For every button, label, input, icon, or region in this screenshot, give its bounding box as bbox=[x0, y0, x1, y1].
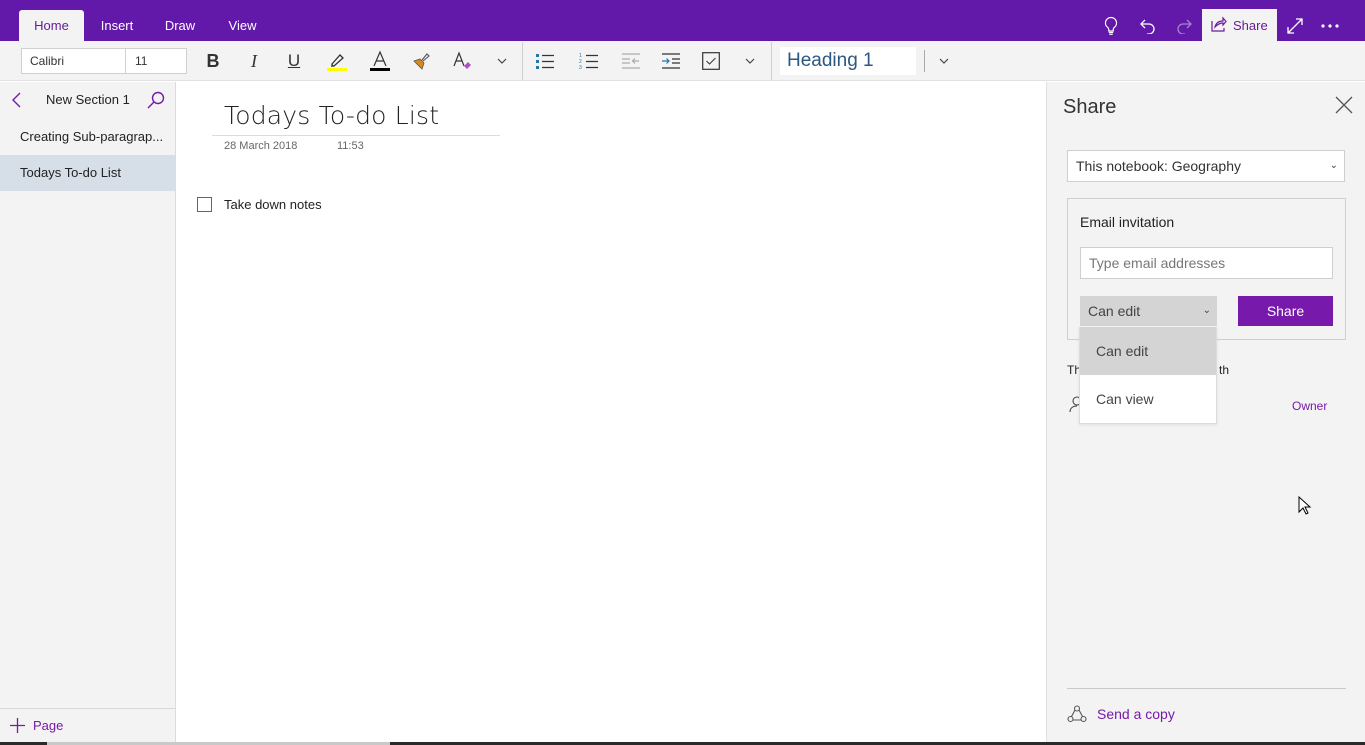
send-copy-icon bbox=[1067, 705, 1087, 723]
permission-option-can-edit[interactable]: Can edit bbox=[1080, 327, 1216, 375]
checkbox-icon bbox=[702, 52, 720, 70]
underline-button[interactable]: U bbox=[278, 46, 310, 76]
toolbar-divider bbox=[924, 50, 925, 72]
format-painter-icon bbox=[413, 53, 430, 70]
tab-view[interactable]: View bbox=[220, 10, 265, 41]
tab-draw[interactable]: Draw bbox=[156, 10, 204, 41]
page-list-item[interactable]: Creating Sub-paragrap... bbox=[0, 119, 175, 155]
share-button[interactable]: Share bbox=[1238, 296, 1333, 326]
expand-icon[interactable] bbox=[1277, 10, 1313, 41]
bold-icon: B bbox=[206, 50, 220, 71]
page-list-footer: Page bbox=[0, 708, 175, 745]
search-icon[interactable] bbox=[147, 91, 165, 114]
more-formatting-dropdown[interactable] bbox=[486, 46, 518, 76]
section-title: New Section 1 bbox=[46, 92, 130, 107]
todo-tag-button[interactable] bbox=[695, 46, 727, 76]
highlight-button[interactable] bbox=[321, 46, 353, 76]
numbered-list-icon: 123 bbox=[579, 53, 598, 70]
italic-icon: I bbox=[251, 50, 257, 71]
bold-button[interactable]: B bbox=[197, 46, 229, 76]
format-painter-button[interactable] bbox=[406, 46, 438, 76]
share-pane-title: Share bbox=[1063, 96, 1117, 118]
shared-with-text-end: th bbox=[1219, 363, 1230, 377]
font-color-button[interactable] bbox=[364, 46, 396, 76]
email-invitation-label: Email invitation bbox=[1080, 214, 1175, 230]
share-top-label: Share bbox=[1233, 17, 1268, 33]
tab-home[interactable]: Home bbox=[19, 10, 84, 41]
lightbulb-icon[interactable] bbox=[1093, 10, 1129, 41]
add-page-button[interactable]: Page bbox=[10, 718, 63, 733]
todo-text[interactable]: Take down notes bbox=[224, 197, 322, 212]
font-size-input[interactable]: 11 bbox=[127, 49, 187, 73]
decrease-indent-button[interactable] bbox=[615, 46, 647, 76]
bullets-button[interactable] bbox=[529, 46, 561, 76]
clear-formatting-button[interactable] bbox=[446, 46, 478, 76]
more-icon[interactable] bbox=[1312, 10, 1348, 41]
font-name-input[interactable]: Calibri bbox=[22, 49, 126, 73]
chevron-down-icon bbox=[745, 58, 755, 64]
formatting-toolbar: Calibri 11 B I U 123 Heading 1 bbox=[0, 41, 1365, 81]
tab-insert[interactable]: Insert bbox=[92, 10, 142, 41]
ribbon-bar: Home Insert Draw View Share bbox=[0, 0, 1365, 41]
share-pane-divider bbox=[1067, 688, 1346, 689]
increase-indent-icon bbox=[662, 53, 680, 69]
plus-icon bbox=[10, 718, 25, 733]
clear-formatting-icon bbox=[453, 51, 471, 69]
email-input[interactable] bbox=[1080, 247, 1333, 279]
font-color-icon bbox=[370, 50, 390, 71]
back-icon[interactable] bbox=[10, 92, 24, 113]
send-a-copy-label: Send a copy bbox=[1097, 706, 1175, 722]
chevron-down-icon: ⌄ bbox=[1329, 160, 1338, 171]
todo-checkbox[interactable] bbox=[197, 197, 212, 212]
highlighter-icon bbox=[327, 54, 347, 71]
notebook-select[interactable]: This notebook: Geography ⌄ bbox=[1067, 150, 1345, 182]
underline-icon: U bbox=[287, 51, 301, 70]
send-a-copy-button[interactable]: Send a copy bbox=[1067, 705, 1175, 723]
style-picker[interactable]: Heading 1 bbox=[780, 47, 916, 75]
page-list-item-selected[interactable]: Todays To-do List bbox=[0, 155, 175, 191]
numbering-button[interactable]: 123 bbox=[573, 46, 605, 76]
toolbar-divider bbox=[522, 42, 523, 80]
close-icon[interactable] bbox=[1335, 96, 1355, 116]
styles-dropdown[interactable] bbox=[928, 46, 960, 76]
permission-option-can-view[interactable]: Can view bbox=[1080, 375, 1216, 423]
share-top-button[interactable]: Share bbox=[1202, 9, 1277, 41]
increase-indent-button[interactable] bbox=[655, 46, 687, 76]
font-picker: Calibri 11 bbox=[21, 48, 187, 74]
decrease-indent-icon bbox=[622, 53, 640, 69]
email-invitation-box: Email invitation Can edit ⌄ Share bbox=[1067, 198, 1346, 340]
more-tags-dropdown[interactable] bbox=[734, 46, 766, 76]
section-header: New Section 1 bbox=[0, 82, 175, 119]
permission-select-value: Can edit bbox=[1088, 303, 1141, 319]
chevron-down-icon bbox=[497, 58, 507, 64]
page-time: 11:53 bbox=[337, 140, 364, 152]
page-title[interactable]: Todays To-do List bbox=[224, 101, 439, 130]
permission-dropdown-menu: Can edit Can view bbox=[1079, 327, 1217, 424]
bulleted-list-icon bbox=[536, 54, 554, 69]
svg-text:3: 3 bbox=[579, 65, 582, 70]
undo-icon[interactable] bbox=[1130, 10, 1166, 41]
notebook-select-value: This notebook: Geography bbox=[1076, 158, 1241, 174]
italic-button[interactable]: I bbox=[238, 46, 270, 76]
title-underline bbox=[212, 135, 500, 136]
page-canvas[interactable]: Todays To-do List 28 March 2018 11:53 Ta… bbox=[177, 82, 1045, 745]
permission-select[interactable]: Can edit ⌄ bbox=[1080, 296, 1217, 326]
page-list-pane: New Section 1 Creating Sub-paragrap... T… bbox=[0, 82, 176, 745]
chevron-down-icon: ⌄ bbox=[1202, 305, 1211, 316]
toolbar-divider bbox=[771, 42, 772, 80]
add-page-label: Page bbox=[33, 718, 64, 733]
mouse-cursor-icon bbox=[1298, 495, 1312, 521]
todo-item: Take down notes bbox=[197, 197, 322, 212]
owner-label: Owner bbox=[1292, 399, 1328, 413]
share-icon bbox=[1211, 15, 1227, 35]
chevron-down-icon bbox=[939, 58, 949, 64]
redo-icon[interactable] bbox=[1166, 10, 1202, 41]
page-date: 28 March 2018 bbox=[224, 140, 298, 152]
